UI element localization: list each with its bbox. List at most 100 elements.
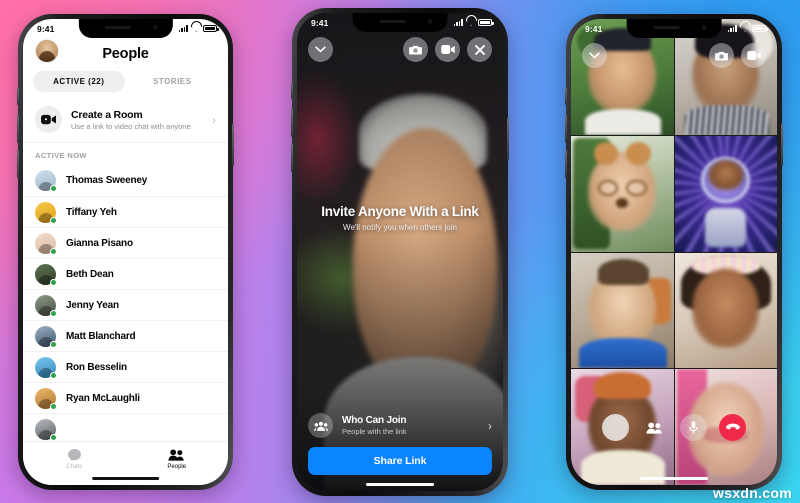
status-bar-icons xyxy=(453,19,494,26)
segmented-tabs: ACTIVE (22) STORIES xyxy=(23,67,228,99)
people-icon xyxy=(126,447,229,462)
close-button[interactable] xyxy=(467,37,492,62)
volume-up-button[interactable] xyxy=(291,109,293,137)
add-people-button[interactable] xyxy=(641,414,668,441)
list-item[interactable]: Jenny Yean xyxy=(23,289,228,320)
battery-icon xyxy=(203,25,219,32)
phone-invite-link: 9:41 Invite Anyone With a Link We'll not… xyxy=(291,8,509,496)
call-top-bar xyxy=(297,37,503,62)
power-button[interactable] xyxy=(232,124,234,166)
volume-up-button[interactable] xyxy=(17,115,19,143)
avatar xyxy=(35,325,57,348)
contact-name: Beth Dean xyxy=(66,268,114,280)
invite-subhead: We'll notify you when others join xyxy=(343,223,457,233)
cellular-signal-icon xyxy=(727,25,737,32)
end-call-button[interactable] xyxy=(719,414,746,441)
list-item[interactable] xyxy=(23,413,228,444)
minimize-button[interactable] xyxy=(308,37,333,62)
active-now-header: ACTIVE NOW xyxy=(35,151,87,160)
list-item[interactable]: Ryan McLaughli xyxy=(23,382,228,413)
avatar xyxy=(35,263,57,286)
create-a-room-row[interactable]: Create a Room Use a link to video chat w… xyxy=(23,99,228,143)
mute-switch[interactable] xyxy=(17,88,19,105)
cellular-signal-icon xyxy=(453,19,463,26)
avatar xyxy=(35,387,57,410)
avatar[interactable] xyxy=(35,39,59,63)
avatar xyxy=(35,418,57,441)
tab-chats-label: Chats xyxy=(66,464,83,470)
online-indicator xyxy=(50,402,57,410)
video-camera-button[interactable] xyxy=(741,43,766,68)
video-camera-button[interactable] xyxy=(435,37,460,62)
power-button[interactable] xyxy=(507,118,509,160)
avatar xyxy=(35,356,57,379)
call-actions xyxy=(709,43,766,68)
contact-name: Ryan McLaughli xyxy=(66,392,140,404)
who-can-join-title: Who Can Join xyxy=(342,415,407,426)
switch-camera-button[interactable] xyxy=(403,37,428,62)
call-actions xyxy=(403,37,492,62)
status-bar: 9:41 xyxy=(23,19,228,38)
volume-down-button[interactable] xyxy=(291,144,293,172)
avatar xyxy=(35,232,57,255)
contact-name: Thomas Sweeney xyxy=(66,175,148,186)
people-group-icon xyxy=(308,413,333,438)
participant-tile[interactable] xyxy=(571,135,674,252)
phone-group-call: 9:41 xyxy=(565,14,783,490)
minimize-button[interactable] xyxy=(582,43,607,68)
chat-bubble-icon xyxy=(23,447,126,462)
avatar xyxy=(35,201,57,224)
mute-switch[interactable] xyxy=(291,82,293,99)
online-indicator xyxy=(50,216,57,224)
tab-people[interactable]: People xyxy=(126,447,229,470)
call-controls xyxy=(571,414,777,441)
participant-tile[interactable] xyxy=(674,252,777,369)
share-link-button[interactable]: Share Link xyxy=(308,447,492,475)
avatar xyxy=(35,294,57,317)
online-indicator xyxy=(50,371,57,379)
volume-down-button[interactable] xyxy=(565,150,567,178)
status-bar-time: 9:41 xyxy=(37,23,55,34)
create-a-room-subtitle: Use a link to video chat with anyone xyxy=(71,121,191,131)
list-item[interactable]: Beth Dean xyxy=(23,258,228,289)
contact-name: Tiffany Yeh xyxy=(66,206,117,218)
online-indicator xyxy=(50,309,57,317)
list-item[interactable]: Ron Besselin xyxy=(23,351,228,382)
mute-switch[interactable] xyxy=(565,88,567,105)
effects-button[interactable] xyxy=(602,414,629,441)
list-item[interactable]: Thomas Sweeney xyxy=(23,165,228,196)
status-bar: 9:41 xyxy=(571,19,777,38)
volume-up-button[interactable] xyxy=(565,115,567,143)
home-indicator[interactable] xyxy=(366,482,434,486)
battery-icon xyxy=(478,19,494,26)
home-indicator[interactable] xyxy=(91,476,160,480)
battery-icon xyxy=(752,25,768,32)
participant-tile[interactable] xyxy=(674,135,777,252)
create-a-room-title: Create a Room xyxy=(71,108,143,121)
avatar xyxy=(35,170,57,192)
online-indicator xyxy=(50,433,57,441)
chevron-right-icon: › xyxy=(212,112,216,127)
switch-camera-button[interactable] xyxy=(709,43,734,68)
microphone-button[interactable] xyxy=(680,414,707,441)
power-button[interactable] xyxy=(781,124,783,166)
phone-people-list: 9:41 People ACTIVE (22) STORIES Create a… xyxy=(17,14,234,490)
tab-active[interactable]: ACTIVE (22) xyxy=(33,71,125,92)
tab-stories[interactable]: STORIES xyxy=(127,71,219,92)
contacts-list: Thomas Sweeney Tiffany Yeh Gianna Pisano xyxy=(23,165,228,444)
volume-down-button[interactable] xyxy=(17,150,19,178)
tab-chats[interactable]: Chats xyxy=(23,447,126,470)
participant-tile[interactable] xyxy=(571,252,674,369)
invite-bottom-panel: Who Can Join People with the link › Shar… xyxy=(297,413,503,475)
online-indicator xyxy=(50,185,57,192)
home-indicator[interactable] xyxy=(640,476,708,480)
contact-name: Gianna Pisano xyxy=(66,237,133,249)
list-item[interactable]: Matt Blanchard xyxy=(23,320,228,351)
contact-name: Ron Besselin xyxy=(66,361,127,373)
list-item[interactable]: Gianna Pisano xyxy=(23,227,228,258)
list-item[interactable]: Tiffany Yeh xyxy=(23,196,228,227)
invite-screen: 9:41 Invite Anyone With a Link We'll not… xyxy=(297,13,503,491)
status-bar-time: 9:41 xyxy=(311,17,329,28)
chevron-right-icon: › xyxy=(488,418,492,433)
who-can-join-row[interactable]: Who Can Join People with the link › xyxy=(308,413,492,438)
